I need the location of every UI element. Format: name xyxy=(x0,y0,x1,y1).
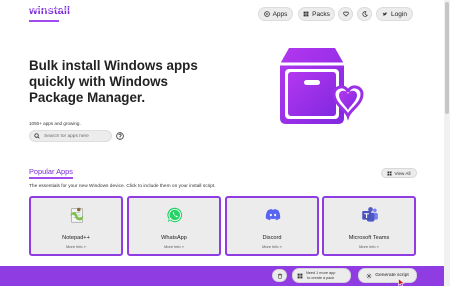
help-icon[interactable] xyxy=(116,132,124,140)
apps-count-subtitle: 1050+ apps and growing. xyxy=(29,121,81,126)
view-all-button[interactable]: View All xyxy=(381,168,417,178)
mouse-cursor-icon xyxy=(398,278,405,286)
page-scrollbar[interactable] xyxy=(444,0,450,286)
heart-icon xyxy=(342,11,349,17)
packs-icon xyxy=(297,273,303,278)
create-pack-line-1: Need 1 more app xyxy=(306,271,336,276)
favorites-button[interactable] xyxy=(338,7,353,21)
notepad-plus-plus-icon xyxy=(70,207,84,223)
clear-selection-button[interactable] xyxy=(272,269,287,282)
login-button[interactable]: Login xyxy=(376,7,413,21)
app-name: Discord xyxy=(262,235,282,241)
app-card-notepad-plus-plus[interactable]: Notepad++ More Info » xyxy=(29,196,123,256)
discord-icon xyxy=(265,209,281,221)
hero-title-line-3: Package Manager. xyxy=(29,90,146,105)
nav-apps-label: Apps xyxy=(272,10,288,18)
selected-apps-count: Selected 4 apps so far xyxy=(28,6,91,13)
create-pack-label: Need 1 more app to create a pack xyxy=(306,271,335,280)
popular-apps-description: The essentials for your new Windows devi… xyxy=(29,184,216,189)
search-input[interactable] xyxy=(29,130,112,142)
app-card-whatsapp[interactable]: WhatsApp More Info » xyxy=(127,196,221,256)
hero-title-line-2: quickly with Windows xyxy=(29,74,168,89)
app-card-discord[interactable]: Discord More Info » xyxy=(225,196,319,256)
app-card-microsoft-teams[interactable]: Microsoft Teams More Info » xyxy=(322,196,416,256)
trash-icon xyxy=(277,273,282,279)
dark-mode-toggle[interactable] xyxy=(357,7,372,21)
login-label: Login xyxy=(391,10,407,18)
more-info-link[interactable]: More Info » xyxy=(324,244,414,249)
nav-apps-button[interactable]: Apps xyxy=(258,7,293,21)
create-pack-line-2: to create a pack xyxy=(307,275,335,280)
app-name: WhatsApp xyxy=(161,235,187,241)
scrollbar-thumb[interactable] xyxy=(445,2,449,114)
logo-underline xyxy=(29,20,59,22)
grid-icon xyxy=(387,171,392,175)
more-info-link[interactable]: More Info » xyxy=(31,244,121,249)
nav-packs-button[interactable]: Packs xyxy=(298,7,335,21)
nav-packs-label: Packs xyxy=(312,10,330,18)
app-name: Notepad++ xyxy=(62,235,90,241)
view-all-label: View All xyxy=(394,170,411,176)
more-info-link[interactable]: More Info » xyxy=(227,244,317,249)
app-name: Microsoft Teams xyxy=(348,235,390,241)
hero-title: Bulk install Windows apps quickly with W… xyxy=(29,58,239,106)
code-icon xyxy=(366,272,372,279)
more-info-link[interactable]: More Info » xyxy=(129,244,219,249)
generate-script-button[interactable]: Generate script xyxy=(358,268,417,283)
popular-apps-title: Popular Apps xyxy=(29,167,73,176)
microsoft-teams-icon xyxy=(362,207,378,222)
whatsapp-icon xyxy=(167,207,183,223)
moon-icon xyxy=(361,11,368,17)
apps-icon xyxy=(263,11,270,17)
hero-title-line-1: Bulk install Windows apps xyxy=(29,58,198,73)
packs-icon xyxy=(303,11,309,17)
create-pack-button[interactable]: Need 1 more app to create a pack xyxy=(292,268,351,283)
package-heart-illustration xyxy=(280,48,364,124)
twitter-icon xyxy=(382,12,388,16)
section-underline xyxy=(29,177,73,179)
